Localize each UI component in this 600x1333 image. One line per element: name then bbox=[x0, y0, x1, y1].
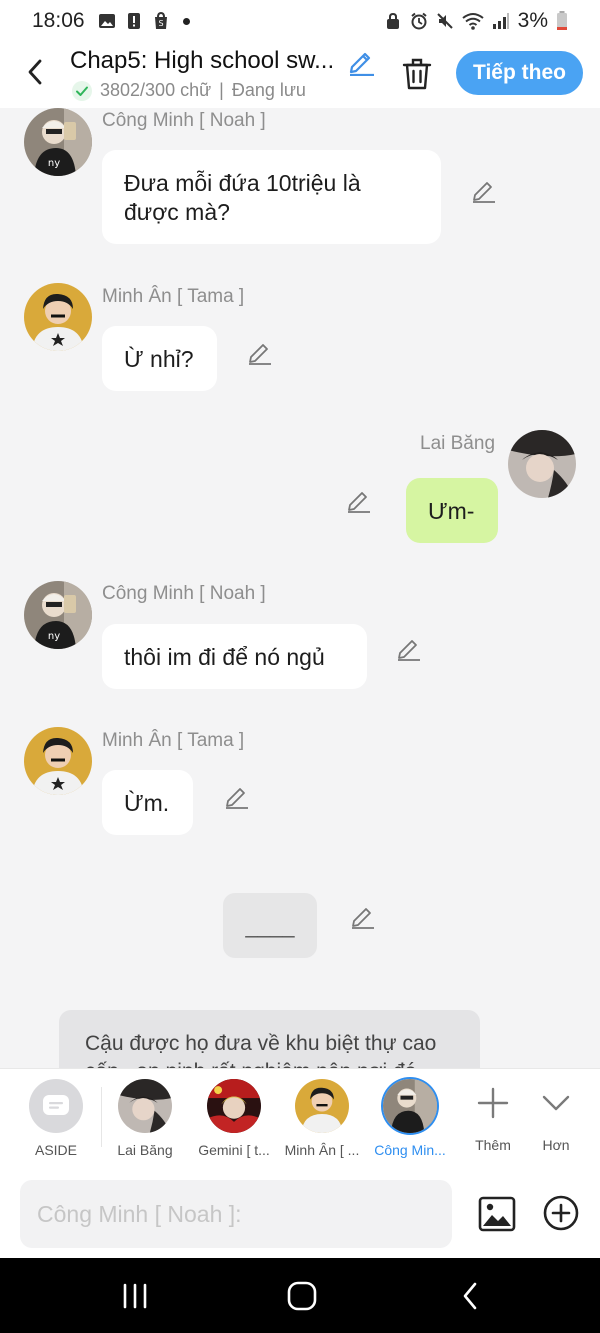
edit-message-icon[interactable] bbox=[350, 903, 376, 929]
avatar bbox=[118, 1079, 172, 1133]
message-sender: Minh Ân [ Tama ] bbox=[102, 286, 245, 307]
add-character-button[interactable]: Thêm bbox=[458, 1083, 528, 1153]
avatar bbox=[295, 1079, 349, 1133]
aside-avatar bbox=[29, 1079, 83, 1133]
message-text: thôi im đi để nó ngủ bbox=[124, 644, 325, 670]
edit-message-icon[interactable] bbox=[247, 339, 273, 365]
recent-apps-button[interactable] bbox=[115, 1278, 155, 1314]
character-label: Minh Ân [ ... bbox=[284, 1142, 360, 1158]
home-button[interactable] bbox=[282, 1278, 322, 1314]
message-text: Ưm- bbox=[428, 498, 475, 524]
svg-text:ny: ny bbox=[48, 158, 60, 169]
avatar-minh-an bbox=[24, 283, 92, 351]
save-status: Đang lưu bbox=[231, 80, 306, 100]
narration-text: ____ bbox=[245, 912, 295, 938]
back-arrow-icon bbox=[463, 1282, 477, 1310]
recent-apps-icon bbox=[123, 1283, 147, 1309]
message-sender: Công Minh [ Noah ] bbox=[102, 583, 266, 604]
check-icon bbox=[72, 80, 92, 101]
battery-percent: 3% bbox=[517, 9, 548, 32]
character-label: Công Min... bbox=[374, 1142, 446, 1158]
message-input[interactable] bbox=[20, 1180, 452, 1248]
header-subtitle: 3802/300 chữ | Đang lưu bbox=[72, 80, 306, 101]
avatar bbox=[207, 1079, 261, 1133]
edit-message-icon[interactable] bbox=[346, 487, 372, 513]
status-time: 18:06 bbox=[32, 9, 85, 32]
alert-icon bbox=[127, 13, 140, 29]
wifi-icon bbox=[462, 13, 484, 30]
mute-icon bbox=[436, 13, 453, 29]
character-label: ASIDE bbox=[34, 1142, 77, 1158]
chapter-title: Chap5: High school sw... bbox=[70, 47, 335, 74]
chat-bubble-icon bbox=[43, 1095, 69, 1115]
message-text-line: Đưa mỗi đứa 10triệu là bbox=[124, 170, 361, 196]
signal-icon bbox=[492, 13, 509, 29]
editor-header: Chap5: High school sw... 3802/300 chữ | … bbox=[0, 42, 600, 108]
home-icon bbox=[287, 1281, 317, 1311]
input-bar bbox=[0, 1170, 600, 1258]
edit-title-icon[interactable] bbox=[346, 46, 376, 76]
avatar-cong-minh: ny bbox=[24, 581, 92, 649]
avatar bbox=[383, 1079, 437, 1133]
gallery-icon bbox=[98, 14, 115, 28]
back-button[interactable] bbox=[18, 52, 52, 92]
message-bubble[interactable]: Ừm. bbox=[102, 770, 193, 835]
message-bubble[interactable]: thôi im đi để nó ngủ bbox=[102, 624, 367, 689]
aside-card[interactable]: Cậu được họ đưa về khu biệt thự cao cấp … bbox=[59, 1010, 480, 1068]
lock-icon bbox=[386, 12, 399, 29]
character-gemini[interactable]: Gemini [ t... bbox=[189, 1079, 279, 1158]
aside-text-line: cấp , an ninh rất nghiêm nên nơi đó bbox=[85, 1058, 454, 1068]
word-count: 3802/300 chữ bbox=[100, 80, 212, 100]
message-bubble[interactable]: Ừ nhỉ? bbox=[102, 326, 217, 391]
character-label: Lai Băng bbox=[117, 1142, 173, 1158]
plus-icon bbox=[477, 1087, 509, 1119]
add-label: Thêm bbox=[475, 1137, 511, 1153]
avatar-lai-bang bbox=[508, 430, 576, 498]
avatar-cong-minh: ny bbox=[24, 108, 92, 176]
next-button[interactable]: Tiếp theo bbox=[456, 51, 583, 95]
character-label: Gemini [ t... bbox=[198, 1142, 270, 1158]
image-icon[interactable] bbox=[477, 1194, 517, 1234]
message-sender: Lai Băng bbox=[420, 433, 496, 454]
edit-message-icon[interactable] bbox=[396, 635, 422, 661]
chevron-down-icon bbox=[542, 1095, 570, 1111]
alarm-icon bbox=[411, 12, 427, 30]
message-sender: Công Minh [ Noah ] bbox=[102, 110, 266, 131]
system-nav-bar bbox=[0, 1258, 600, 1333]
edit-message-icon[interactable] bbox=[224, 783, 250, 809]
message-bubble[interactable]: Ưm- bbox=[406, 478, 498, 543]
battery-icon bbox=[557, 11, 567, 30]
character-minh-an[interactable]: Minh Ân [ ... bbox=[277, 1079, 367, 1158]
notification-dot bbox=[182, 17, 190, 25]
trash-icon[interactable] bbox=[398, 54, 436, 92]
character-lai-bang[interactable]: Lai Băng bbox=[100, 1079, 190, 1158]
avatar-minh-an bbox=[24, 727, 92, 795]
header-separator: | bbox=[219, 80, 224, 100]
character-aside[interactable]: ASIDE bbox=[11, 1079, 101, 1158]
svg-text:ny: ny bbox=[48, 631, 60, 642]
svg-text:S: S bbox=[158, 19, 163, 28]
chat-area[interactable]: ny Công Minh [ Noah ] Đưa mỗi đứa 10triệ… bbox=[0, 108, 600, 1068]
status-bar: 18:06 S 3% bbox=[0, 0, 600, 42]
message-sender: Minh Ân [ Tama ] bbox=[102, 730, 245, 751]
message-text-line: được mà? bbox=[124, 199, 230, 225]
more-button[interactable]: Hơn bbox=[521, 1083, 591, 1153]
character-cong-minh[interactable]: Công Min... bbox=[365, 1079, 455, 1158]
system-back-button[interactable] bbox=[450, 1278, 490, 1314]
message-text: Ừ nhỉ? bbox=[124, 346, 194, 372]
message-text: Ừm. bbox=[124, 790, 170, 816]
character-bar: ASIDE Lai Băng Gemini [ t... Minh Ân [ .… bbox=[0, 1068, 600, 1170]
more-label: Hơn bbox=[542, 1137, 570, 1153]
aside-text-line: Cậu được họ đưa về khu biệt thự cao bbox=[85, 1032, 437, 1055]
edit-message-icon[interactable] bbox=[471, 177, 497, 203]
message-bubble[interactable]: Đưa mỗi đứa 10triệu là được mà? bbox=[102, 150, 441, 244]
narration-placeholder[interactable]: ____ bbox=[223, 893, 317, 958]
add-circle-icon[interactable] bbox=[542, 1194, 580, 1232]
shop-icon: S bbox=[154, 12, 167, 29]
chevron-left-icon bbox=[28, 59, 42, 85]
